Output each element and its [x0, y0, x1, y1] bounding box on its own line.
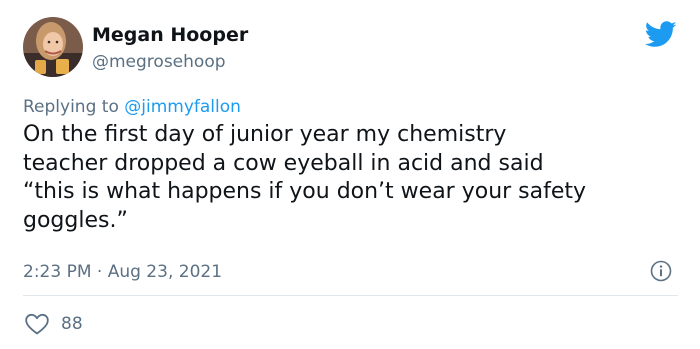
like-button[interactable]: 88 [25, 312, 83, 336]
author-handle[interactable]: @megrosehoop [92, 51, 226, 73]
tweet-text: On the first day of junior year my chemi… [23, 122, 587, 233]
like-count: 88 [61, 314, 83, 334]
author-display-name[interactable]: Megan Hooper [92, 23, 248, 47]
info-icon[interactable] [650, 260, 672, 282]
tweet-card: Megan Hooper @megrosehoop Replying to @j… [0, 0, 700, 349]
avatar-photo [23, 17, 83, 77]
twitter-bird-icon[interactable] [645, 21, 677, 48]
reply-mention-link[interactable]: @jimmyfallon [124, 97, 241, 117]
reply-prefix: Replying to [23, 97, 125, 117]
reply-context: Replying to @jimmyfallon [23, 96, 241, 118]
tweet-timestamp[interactable]: 2:23 PM · Aug 23, 2021 [23, 261, 222, 283]
divider [23, 295, 678, 296]
avatar[interactable] [23, 17, 83, 77]
heart-icon [25, 313, 49, 335]
